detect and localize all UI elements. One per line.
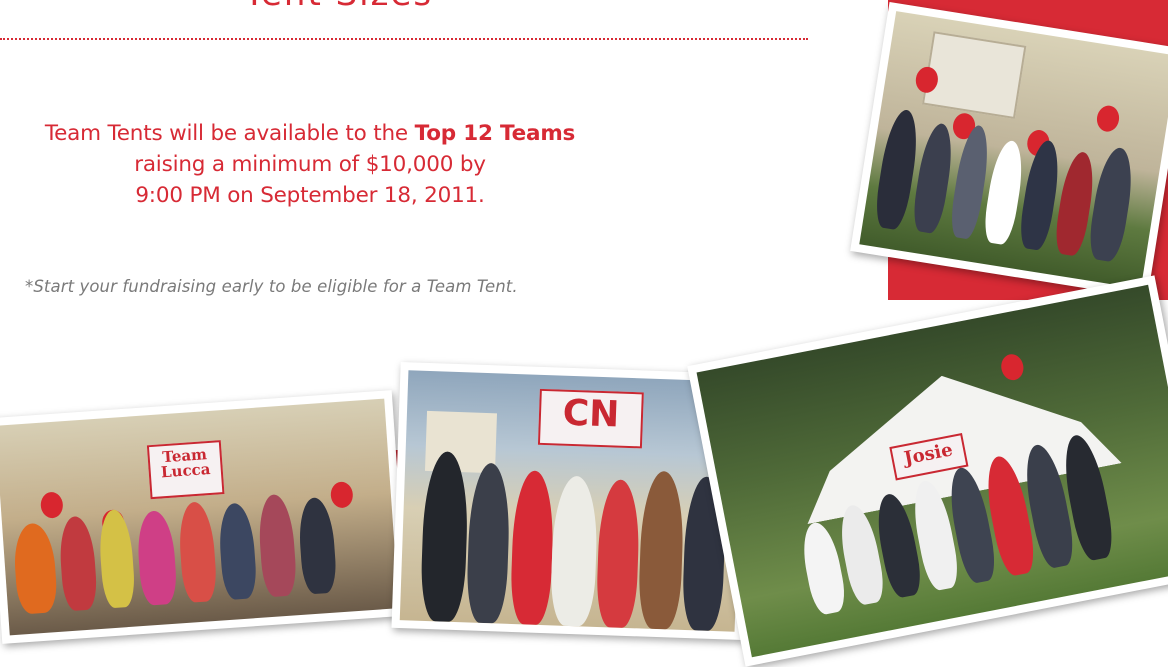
promo-line-1: Team Tents will be available to the Top …: [20, 118, 600, 149]
promo-line-2: raising a minimum of $10,000 by: [134, 152, 486, 177]
dotted-divider: [0, 38, 808, 40]
promo-text: Team Tents will be available to the Top …: [20, 118, 600, 211]
promo-highlight: Top 12 Teams: [414, 121, 576, 146]
cn-sign: CN: [537, 388, 644, 449]
team-lucca-sign: Team Lucca: [146, 440, 225, 500]
photo-team-lucca: Team Lucca: [0, 390, 408, 644]
promo-line-1-text: Team Tents will be available to the: [44, 121, 415, 146]
page-heading: Tent Sizes: [244, 0, 433, 14]
footnote: *Start your fundraising early to be elig…: [25, 277, 518, 296]
cn-sign-text: CN: [562, 392, 621, 436]
photo-team-josie: Josie: [687, 275, 1168, 667]
team-lucca-sign-line-2: Lucca: [160, 459, 212, 482]
photo-team-balloons: [850, 2, 1168, 298]
promo-line-3: 9:00 PM on September 18, 2011.: [135, 183, 485, 208]
josie-sign-text: Josie: [902, 439, 955, 470]
